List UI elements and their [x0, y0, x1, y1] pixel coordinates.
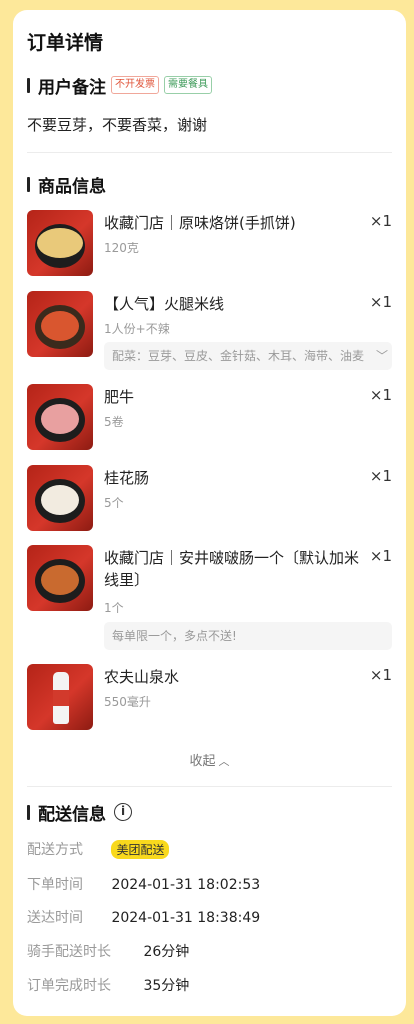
- item-spec: 5卷: [104, 415, 124, 429]
- divider: [27, 152, 392, 153]
- collapse-label: 收起: [189, 754, 216, 769]
- item-image: [27, 291, 93, 357]
- page-title: 订单详情: [27, 32, 104, 54]
- row-label: 下单时间: [27, 877, 83, 893]
- row-label: 配送方式: [27, 842, 83, 858]
- order-time-row: 下单时间 2024-01-31 18:02:53: [27, 874, 260, 894]
- row-label: 送达时间: [27, 910, 83, 926]
- item-image: [27, 384, 93, 450]
- row-value: 35分钟: [143, 978, 190, 994]
- remark-section-header: 用户备注 不开发票 需要餐具: [27, 73, 212, 98]
- item-image: [27, 465, 93, 531]
- item-name: 收藏门店｜安井啵啵肠一个〔默认加米线里〕: [104, 549, 360, 589]
- item-image: [27, 664, 93, 730]
- delivery-method-row: 配送方式 美团配送: [27, 839, 170, 859]
- row-value: 26分钟: [143, 944, 190, 960]
- collapse-button[interactable]: 收起 ︿: [13, 750, 406, 769]
- goods-section-title: 商品信息: [38, 176, 106, 197]
- need-utensils-tag: 需要餐具: [164, 76, 212, 94]
- remark-section-title: 用户备注: [38, 77, 106, 98]
- item-quantity: ×1: [369, 666, 392, 684]
- item-quantity: ×1: [369, 547, 392, 565]
- info-circle-icon[interactable]: i: [114, 803, 132, 821]
- item-spec: 1人份+不辣: [104, 322, 170, 336]
- delivery-section-header: 配送信息 i: [27, 800, 132, 825]
- delivered-time-row: 送达时间 2024-01-31 18:38:49: [27, 907, 260, 927]
- item-spec: 5个: [104, 496, 124, 510]
- section-marker: [27, 804, 30, 820]
- row-value: 2024-01-31 18:02:53: [111, 877, 261, 893]
- no-invoice-tag: 不开发票: [111, 76, 159, 94]
- item-side-dish-note[interactable]: 配菜：豆芽、豆皮、金针菇、木耳、海带、油麦 ﹀: [104, 342, 392, 370]
- order-detail-card: 订单详情 用户备注 不开发票 需要餐具 不要豆芽，不要香菜，谢谢 商品信息 收藏…: [13, 10, 406, 1016]
- item-name: 【人气】火腿米线: [104, 295, 225, 313]
- delivery-section-title: 配送信息: [38, 804, 106, 825]
- item-name: 桂花肠: [104, 469, 150, 487]
- order-duration-row: 订单完成时长 35分钟: [27, 975, 189, 995]
- item-image: [27, 210, 93, 276]
- item-name: 农夫山泉水: [104, 668, 180, 686]
- row-label: 订单完成时长: [27, 978, 111, 994]
- item-name: 收藏门店｜原味烙饼(手抓饼): [104, 214, 296, 232]
- row-label: 骑手配送时长: [27, 944, 111, 960]
- item-quantity: ×1: [369, 386, 392, 404]
- chevron-up-icon: ︿: [218, 755, 230, 768]
- item-quantity: ×1: [369, 293, 392, 311]
- delivery-method-badge: 美团配送: [111, 840, 170, 859]
- item-image: [27, 545, 93, 611]
- section-marker: [27, 77, 30, 93]
- item-limit-note: 每单限一个，多点不送!: [104, 622, 392, 650]
- remark-text: 不要豆芽，不要香菜，谢谢: [27, 116, 208, 134]
- section-marker: [27, 176, 30, 192]
- rider-duration-row: 骑手配送时长 26分钟: [27, 941, 189, 961]
- note-text: 每单限一个，多点不送!: [112, 629, 237, 643]
- item-quantity: ×1: [369, 212, 392, 230]
- row-value: 2024-01-31 18:38:49: [111, 910, 261, 926]
- chevron-down-icon[interactable]: ﹀: [371, 342, 388, 370]
- item-spec: 1个: [104, 601, 124, 615]
- item-spec: 120克: [104, 241, 139, 255]
- note-text: 配菜：豆芽、豆皮、金针菇、木耳、海带、油麦: [112, 349, 365, 363]
- divider: [27, 786, 392, 787]
- item-name: 肥牛: [104, 388, 135, 406]
- item-quantity: ×1: [369, 467, 392, 485]
- goods-section-header: 商品信息: [27, 172, 106, 197]
- item-spec: 550毫升: [104, 695, 151, 709]
